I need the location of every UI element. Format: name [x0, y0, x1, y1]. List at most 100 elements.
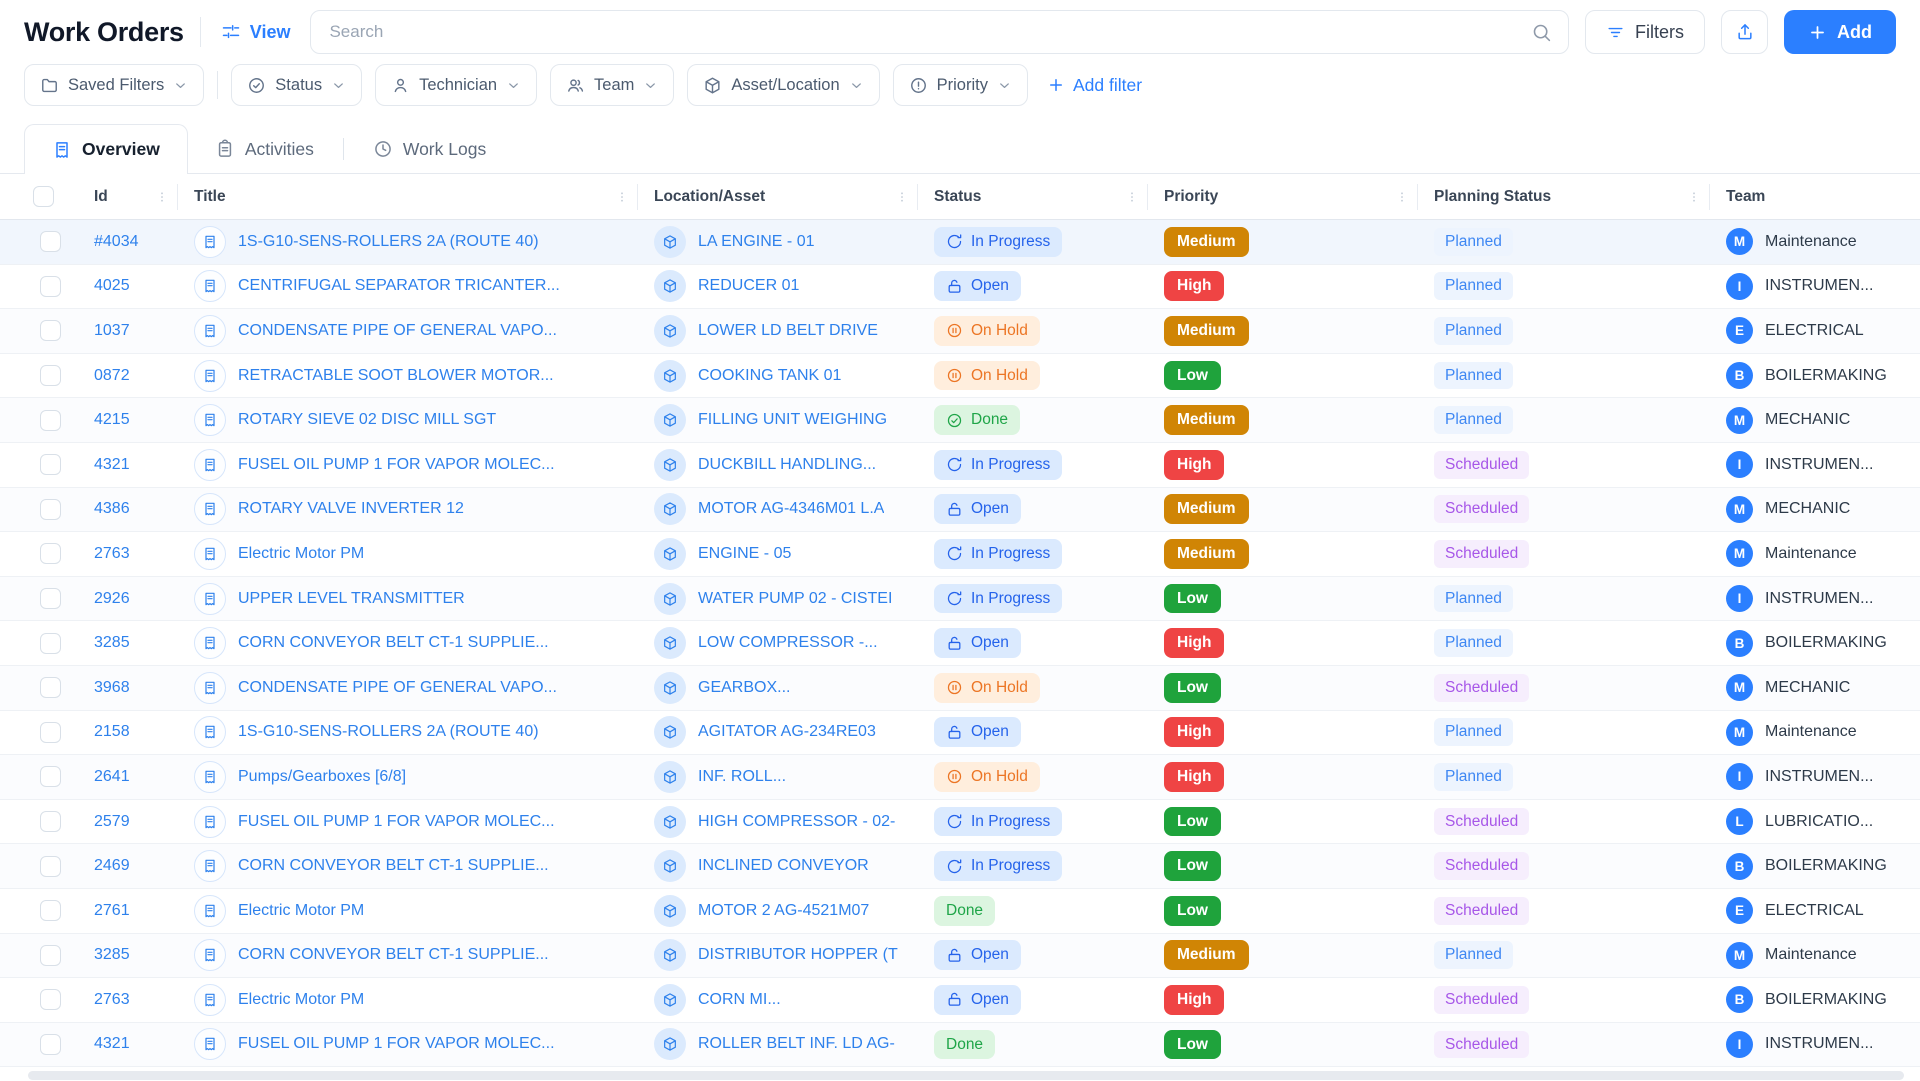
row-checkbox[interactable] [40, 454, 61, 475]
asset-link[interactable]: GEARBOX... [698, 679, 790, 697]
asset-link[interactable]: AGITATOR AG-234RE03 [698, 723, 876, 741]
column-header-priority[interactable]: Priority [1148, 174, 1418, 219]
asset-link[interactable]: ROLLER BELT INF. LD AG- [698, 1035, 895, 1053]
table-row[interactable]: 2469 CORN CONVEYOR BELT CT-1 SUPPLIE... … [0, 844, 1920, 889]
table-row[interactable]: #4034 1S-G10-SENS-ROLLERS 2A (ROUTE 40) … [0, 220, 1920, 265]
saved-filters-dropdown[interactable]: Saved Filters [24, 64, 204, 106]
work-order-title-link[interactable]: 1S-G10-SENS-ROLLERS 2A (ROUTE 40) [238, 723, 539, 741]
work-order-id-link[interactable]: 2579 [94, 813, 130, 831]
column-menu-icon[interactable] [154, 189, 170, 205]
table-row[interactable]: 3285 CORN CONVEYOR BELT CT-1 SUPPLIE... … [0, 934, 1920, 979]
table-row[interactable]: 1037 CONDENSATE PIPE OF GENERAL VAPO... … [0, 309, 1920, 354]
column-menu-icon[interactable] [614, 189, 630, 205]
column-header-status[interactable]: Status [918, 174, 1148, 219]
work-order-title-link[interactable]: CENTRIFUGAL SEPARATOR TRICANTER... [238, 277, 560, 295]
table-row[interactable]: 2763 Electric Motor PM ENGINE - 05 In Pr… [0, 532, 1920, 577]
tab-activities[interactable]: Activities [188, 124, 341, 174]
upload-button[interactable] [1721, 10, 1768, 54]
row-checkbox[interactable] [40, 1034, 61, 1055]
table-row[interactable]: 2641 Pumps/Gearboxes [6/8] INF. ROLL... … [0, 755, 1920, 800]
work-order-title-link[interactable]: CORN CONVEYOR BELT CT-1 SUPPLIE... [238, 857, 549, 875]
column-menu-icon[interactable] [1686, 189, 1702, 205]
row-checkbox[interactable] [40, 276, 61, 297]
column-header-team[interactable]: Team [1710, 174, 1920, 219]
asset-link[interactable]: MOTOR AG-4346M01 L.A [698, 500, 884, 518]
work-order-id-link[interactable]: 0872 [94, 367, 130, 385]
work-order-title-link[interactable]: Electric Motor PM [238, 902, 364, 920]
work-order-id-link[interactable]: 3285 [94, 946, 130, 964]
work-order-id-link[interactable]: 2761 [94, 902, 130, 920]
work-order-id-link[interactable]: 1037 [94, 322, 130, 340]
asset-link[interactable]: MOTOR 2 AG-4521M07 [698, 902, 869, 920]
table-row[interactable]: 4215 ROTARY SIEVE 02 DISC MILL SGT FILLI… [0, 398, 1920, 443]
row-checkbox[interactable] [40, 900, 61, 921]
work-order-id-link[interactable]: 2469 [94, 857, 130, 875]
scrollbar-thumb[interactable] [28, 1071, 1904, 1080]
row-checkbox[interactable] [40, 231, 61, 252]
work-order-title-link[interactable]: 1S-G10-SENS-ROLLERS 2A (ROUTE 40) [238, 233, 539, 251]
work-order-id-link[interactable]: 3968 [94, 679, 130, 697]
view-button[interactable]: View [217, 22, 295, 43]
row-checkbox[interactable] [40, 410, 61, 431]
work-order-id-link[interactable]: 2158 [94, 723, 130, 741]
asset-location-filter-dropdown[interactable]: Asset/Location [687, 64, 879, 106]
column-menu-icon[interactable] [1394, 189, 1410, 205]
table-row[interactable]: 4321 FUSEL OIL PUMP 1 FOR VAPOR MOLEC...… [0, 1023, 1920, 1068]
work-order-id-link[interactable]: 2641 [94, 768, 130, 786]
work-order-title-link[interactable]: CONDENSATE PIPE OF GENERAL VAPO... [238, 322, 557, 340]
work-order-id-link[interactable]: 2763 [94, 545, 130, 563]
row-checkbox[interactable] [40, 543, 61, 564]
asset-link[interactable]: CORN MI... [698, 991, 781, 1009]
asset-link[interactable]: LOWER LD BELT DRIVE [698, 322, 878, 340]
team-filter-dropdown[interactable]: Team [550, 64, 674, 106]
tab-overview[interactable]: Overview [24, 124, 188, 174]
status-filter-dropdown[interactable]: Status [231, 64, 362, 106]
work-order-title-link[interactable]: Electric Motor PM [238, 991, 364, 1009]
asset-link[interactable]: LA ENGINE - 01 [698, 233, 815, 251]
work-order-id-link[interactable]: 4386 [94, 500, 130, 518]
row-checkbox[interactable] [40, 677, 61, 698]
table-row[interactable]: 2761 Electric Motor PM MOTOR 2 AG-4521M0… [0, 889, 1920, 934]
row-checkbox[interactable] [40, 320, 61, 341]
column-menu-icon[interactable] [894, 189, 910, 205]
row-checkbox[interactable] [40, 856, 61, 877]
work-order-title-link[interactable]: CORN CONVEYOR BELT CT-1 SUPPLIE... [238, 946, 549, 964]
technician-filter-dropdown[interactable]: Technician [375, 64, 537, 106]
asset-link[interactable]: INCLINED CONVEYOR [698, 857, 869, 875]
row-checkbox[interactable] [40, 811, 61, 832]
work-order-id-link[interactable]: 2926 [94, 590, 130, 608]
asset-link[interactable]: DISTRIBUTOR HOPPER (T [698, 946, 898, 964]
work-order-id-link[interactable]: 4321 [94, 456, 130, 474]
work-order-id-link[interactable]: 4215 [94, 411, 130, 429]
row-checkbox[interactable] [40, 365, 61, 386]
asset-link[interactable]: ENGINE - 05 [698, 545, 791, 563]
add-filter-button[interactable]: Add filter [1041, 75, 1148, 96]
work-order-title-link[interactable]: CONDENSATE PIPE OF GENERAL VAPO... [238, 679, 557, 697]
table-row[interactable]: 3968 CONDENSATE PIPE OF GENERAL VAPO... … [0, 666, 1920, 711]
add-button[interactable]: Add [1784, 10, 1896, 54]
row-checkbox[interactable] [40, 945, 61, 966]
table-row[interactable]: 2926 UPPER LEVEL TRANSMITTER WATER PUMP … [0, 577, 1920, 622]
asset-link[interactable]: INF. ROLL... [698, 768, 786, 786]
table-row[interactable]: 2763 Electric Motor PM CORN MI... Open H… [0, 978, 1920, 1023]
column-header-id[interactable]: Id [78, 174, 178, 219]
table-row[interactable]: 2579 FUSEL OIL PUMP 1 FOR VAPOR MOLEC...… [0, 800, 1920, 845]
row-checkbox[interactable] [40, 766, 61, 787]
asset-link[interactable]: DUCKBILL HANDLING... [698, 456, 876, 474]
select-all-checkbox[interactable] [33, 186, 54, 207]
table-row[interactable]: 3285 CORN CONVEYOR BELT CT-1 SUPPLIE... … [0, 621, 1920, 666]
column-menu-icon[interactable] [1124, 189, 1140, 205]
column-header-title[interactable]: Title [178, 174, 638, 219]
work-order-id-link[interactable]: 3285 [94, 634, 130, 652]
tab-work-logs[interactable]: Work Logs [346, 124, 513, 174]
work-order-title-link[interactable]: RETRACTABLE SOOT BLOWER MOTOR... [238, 367, 554, 385]
work-order-title-link[interactable]: FUSEL OIL PUMP 1 FOR VAPOR MOLEC... [238, 1035, 555, 1053]
table-row[interactable]: 2158 1S-G10-SENS-ROLLERS 2A (ROUTE 40) A… [0, 711, 1920, 756]
asset-link[interactable]: COOKING TANK 01 [698, 367, 841, 385]
work-order-title-link[interactable]: ROTARY VALVE INVERTER 12 [238, 500, 464, 518]
work-order-id-link[interactable]: #4034 [94, 233, 139, 251]
row-checkbox[interactable] [40, 588, 61, 609]
table-row[interactable]: 4386 ROTARY VALVE INVERTER 12 MOTOR AG-4… [0, 488, 1920, 533]
row-checkbox[interactable] [40, 633, 61, 654]
search-input[interactable] [327, 21, 1521, 43]
